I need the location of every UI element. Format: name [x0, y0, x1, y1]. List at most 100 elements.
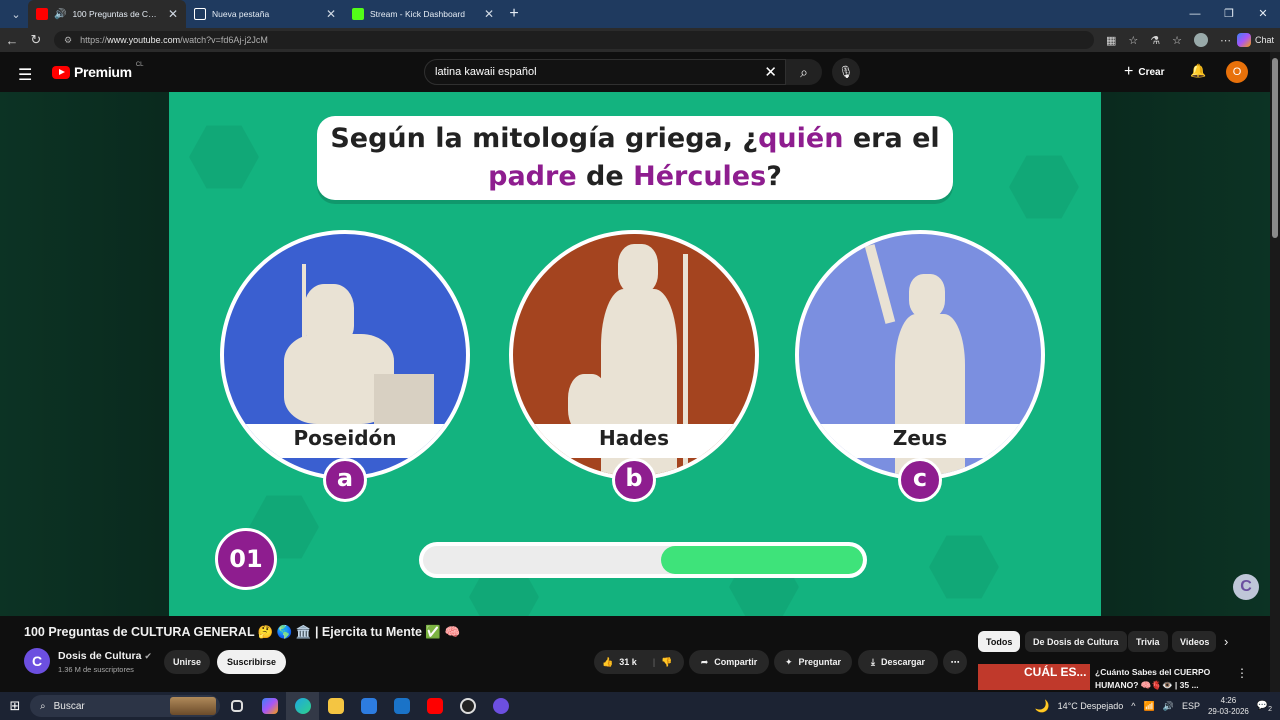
- edge-browser-icon[interactable]: [286, 692, 319, 720]
- app-icon[interactable]: [484, 692, 517, 720]
- microphone-icon[interactable]: 🎙: [832, 58, 860, 86]
- close-window-button[interactable]: ✕: [1246, 0, 1280, 28]
- join-button[interactable]: Unirse: [164, 650, 210, 674]
- share-icon: ➦: [700, 656, 709, 667]
- chip-all[interactable]: Todos: [978, 631, 1021, 652]
- search-icon: ⌕: [40, 700, 46, 712]
- taskbar-search[interactable]: ⌕ Buscar: [30, 695, 220, 717]
- chip-channel[interactable]: De Dosis de Cultura: [1025, 631, 1127, 652]
- clock[interactable]: 4:26 29-03-2026: [1208, 695, 1249, 717]
- url-field[interactable]: ⚙ https://www.youtube.com/watch?v=fd6Aj-…: [54, 31, 1094, 49]
- more-actions-button[interactable]: ⋯: [943, 650, 967, 674]
- create-button[interactable]: + Crear: [1124, 61, 1164, 83]
- profile-icon[interactable]: [1194, 33, 1209, 47]
- search-input[interactable]: latina kawaii español ✕: [424, 59, 786, 85]
- extensions-icon[interactable]: ⚗: [1150, 34, 1160, 47]
- microsoft-store-icon[interactable]: [352, 692, 385, 720]
- youtube-logo[interactable]: Premium CL: [52, 62, 143, 80]
- network-icon[interactable]: 📶: [1144, 701, 1155, 712]
- ask-button[interactable]: ✦ Preguntar: [774, 650, 852, 674]
- like-dislike-group: 👍 31 k | 👎: [594, 650, 684, 674]
- youtube-play-icon: [52, 65, 70, 79]
- subscribe-button[interactable]: Suscribirse: [217, 650, 286, 674]
- speaker-icon[interactable]: 🔊: [54, 9, 66, 20]
- copilot-icon: [1237, 33, 1252, 47]
- youtube-app-icon[interactable]: [418, 692, 451, 720]
- search-icon[interactable]: ⌕: [786, 59, 822, 85]
- account-avatar[interactable]: O: [1226, 61, 1248, 83]
- like-icon[interactable]: 👍: [602, 657, 613, 668]
- page-scrollbar[interactable]: [1270, 52, 1280, 692]
- tab-title: 100 Preguntas de CULTURA G: [72, 9, 161, 19]
- question-number-badge: 01: [215, 528, 277, 590]
- weather-icon[interactable]: 🌙: [1035, 699, 1050, 713]
- copilot-app-icon[interactable]: [253, 692, 286, 720]
- like-count[interactable]: 31 k: [619, 657, 637, 667]
- channel-avatar[interactable]: C: [24, 648, 50, 674]
- plus-icon: +: [1124, 63, 1134, 80]
- tab-close-icon[interactable]: ✕: [484, 7, 494, 21]
- app-available-icon[interactable]: ▦: [1106, 34, 1116, 47]
- video-player[interactable]: Según la mitología griega, ¿quién era el…: [0, 92, 1270, 616]
- question-card: Según la mitología griega, ¿quién era el…: [317, 116, 953, 200]
- channel-watermark-icon[interactable]: C: [1233, 574, 1259, 600]
- restore-button[interactable]: ❐: [1212, 0, 1246, 28]
- favorite-star-icon[interactable]: ☆: [1128, 34, 1138, 47]
- download-icon: ⤓: [870, 656, 875, 667]
- channel-name[interactable]: Dosis de Cultura ✔: [58, 650, 152, 662]
- notifications-icon[interactable]: 💬2: [1257, 700, 1272, 713]
- notifications-bell-icon[interactable]: 🔔: [1190, 63, 1206, 79]
- more-options-icon[interactable]: ⋯: [1220, 34, 1231, 47]
- tab-close-icon[interactable]: ✕: [326, 7, 336, 21]
- copilot-chat-button[interactable]: Chat: [1237, 33, 1274, 47]
- option-name: Hades: [598, 426, 670, 450]
- download-button[interactable]: ⤓ Descargar: [858, 650, 938, 674]
- back-arrow-icon[interactable]: ←: [0, 33, 24, 48]
- youtube-favicon-icon: [36, 8, 48, 20]
- tab-youtube[interactable]: 🔊 100 Preguntas de CULTURA G ✕: [28, 0, 186, 28]
- chip-videos[interactable]: Videos: [1172, 631, 1216, 652]
- video-frame: Según la mitología griega, ¿quién era el…: [169, 92, 1101, 616]
- new-tab-button[interactable]: +: [502, 5, 526, 23]
- system-tray: 🌙 14°C Despejado ^ 📶 🔊 ESP 4:26 29-03-20…: [1035, 692, 1280, 720]
- timer-progress-bar: [419, 542, 867, 578]
- more-vert-icon[interactable]: ⋮: [1236, 666, 1248, 680]
- share-button[interactable]: ➦ Compartir: [689, 650, 769, 674]
- recommended-title: ¿Cuánto Sabes del CUERPO HUMANO? 🧠🫀👁️ | …: [1095, 667, 1211, 690]
- tab-actions-menu-button[interactable]: ⌄: [4, 3, 28, 25]
- recommended-video[interactable]: CUÁL ES... ¿Cuánto Sabes del CUERPO HUMA…: [978, 664, 1248, 690]
- file-explorer-icon[interactable]: [319, 692, 352, 720]
- task-view-icon[interactable]: [220, 692, 253, 720]
- tab-new-tab[interactable]: Nueva pestaña ✕: [186, 0, 344, 28]
- tab-title: Nueva pestaña: [212, 9, 270, 19]
- obs-icon[interactable]: [451, 692, 484, 720]
- option-letter-badge: a: [323, 458, 367, 502]
- chip-trivia[interactable]: Trivia: [1128, 631, 1168, 652]
- minimize-button[interactable]: —: [1178, 0, 1212, 28]
- language-indicator[interactable]: ESP: [1182, 701, 1200, 711]
- windows-taskbar: ⊞ ⌕ Buscar 🌙 14°C Despejado ^ 📶 🔊 ESP 4:…: [0, 692, 1280, 720]
- kick-favicon-icon: [352, 8, 364, 20]
- favorites-icon[interactable]: ☆: [1172, 34, 1182, 47]
- chevron-right-icon[interactable]: ›: [1224, 634, 1228, 649]
- tab-title: Stream - Kick Dashboard: [370, 9, 465, 19]
- weather-text[interactable]: 14°C Despejado: [1058, 701, 1124, 711]
- address-toolbar: ← ↻ ⚙ https://www.youtube.com/watch?v=fd…: [0, 28, 1280, 52]
- chevron-up-icon[interactable]: ^: [1131, 701, 1135, 711]
- page-favicon-icon: [194, 8, 206, 20]
- verified-icon: ✔: [144, 651, 152, 661]
- outlook-icon[interactable]: [385, 692, 418, 720]
- timer-progress-fill: [660, 546, 863, 574]
- option-name: Poseidón: [293, 426, 397, 450]
- menu-icon[interactable]: ☰: [18, 65, 32, 85]
- volume-icon[interactable]: 🔊: [1163, 701, 1174, 712]
- tab-kick[interactable]: Stream - Kick Dashboard ✕: [344, 0, 502, 28]
- tab-close-icon[interactable]: ✕: [168, 7, 178, 21]
- site-info-icon[interactable]: ⚙: [64, 35, 72, 46]
- answer-option-b: Hades b: [509, 230, 759, 502]
- refresh-icon[interactable]: ↻: [24, 32, 48, 48]
- subscriber-count: 1.36 M de suscriptores: [58, 665, 134, 674]
- dislike-icon[interactable]: 👎: [661, 657, 672, 668]
- windows-start-icon[interactable]: ⊞: [0, 698, 30, 714]
- clear-search-icon[interactable]: ✕: [764, 63, 777, 81]
